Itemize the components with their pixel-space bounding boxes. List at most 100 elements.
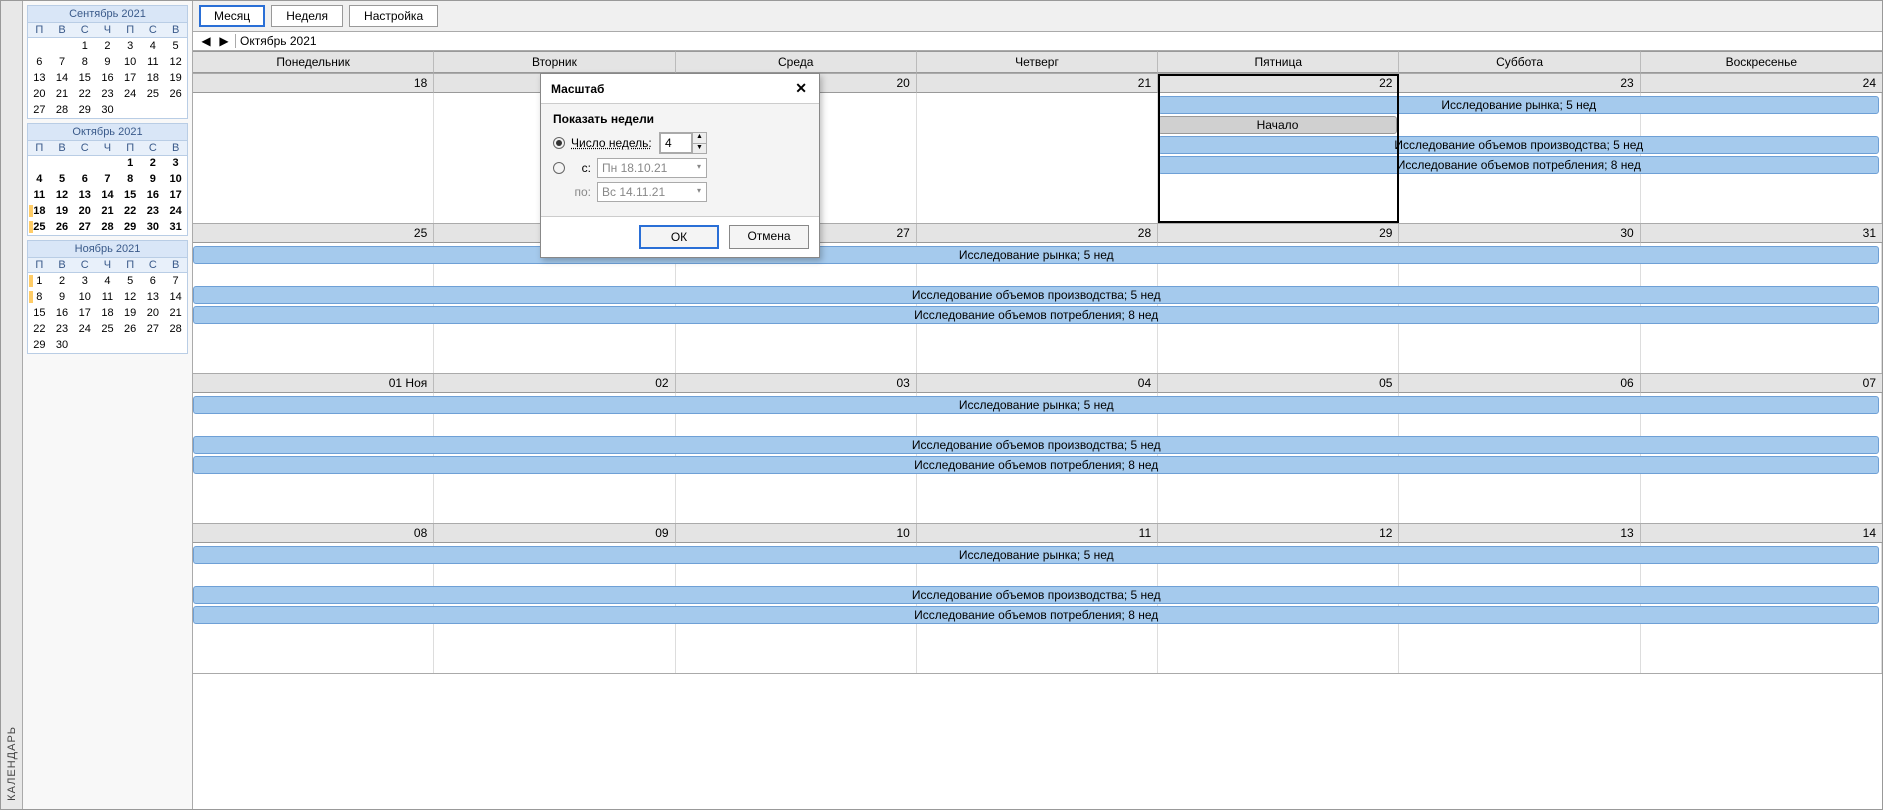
mini-day[interactable]: 22 [73, 86, 96, 102]
date-cell[interactable]: 30 [1399, 224, 1640, 243]
mini-day[interactable]: 15 [28, 305, 51, 321]
mini-day[interactable]: 4 [142, 38, 165, 54]
date-cell[interactable]: 07 [1641, 374, 1882, 393]
mini-day[interactable]: 29 [73, 102, 96, 118]
ok-button[interactable]: ОК [639, 225, 719, 249]
mini-day[interactable]: 23 [142, 203, 165, 219]
date-cell[interactable]: 01 Ноя [193, 374, 434, 393]
mini-day[interactable]: 19 [119, 305, 142, 321]
mini-day[interactable]: 9 [51, 289, 74, 305]
mini-day[interactable]: 19 [164, 70, 187, 86]
mini-day[interactable]: 9 [96, 54, 119, 70]
task-event[interactable]: Исследование объемов потребления; 8 нед [193, 456, 1879, 474]
mini-day[interactable]: 24 [164, 203, 187, 219]
date-cell[interactable]: 09 [434, 524, 675, 543]
mini-day[interactable]: 2 [96, 38, 119, 54]
mini-day[interactable]: 8 [73, 54, 96, 70]
mini-day[interactable]: 16 [96, 70, 119, 86]
task-event[interactable]: Исследование объемов производства; 5 нед [193, 586, 1879, 604]
mini-day[interactable]: 5 [164, 38, 187, 54]
mini-day[interactable]: 30 [51, 337, 74, 353]
mini-day[interactable]: 11 [28, 187, 51, 203]
mini-day[interactable]: 20 [142, 305, 165, 321]
date-cell[interactable]: 13 [1399, 524, 1640, 543]
mini-day[interactable]: 4 [96, 273, 119, 289]
mini-day[interactable]: 2 [142, 155, 165, 171]
date-cell[interactable]: 08 [193, 524, 434, 543]
mini-day[interactable]: 17 [164, 187, 187, 203]
sidebar-tab-calendar[interactable]: КАЛЕНДАРЬ [1, 1, 23, 809]
mini-day[interactable]: 3 [164, 155, 187, 171]
mini-day[interactable]: 13 [73, 187, 96, 203]
mini-day[interactable]: 6 [142, 273, 165, 289]
mini-day[interactable]: 16 [142, 187, 165, 203]
mini-day[interactable]: 26 [119, 321, 142, 337]
milestone-event[interactable]: Начало [1158, 116, 1397, 134]
mini-day[interactable]: 23 [96, 86, 119, 102]
date-cell[interactable]: 05 [1158, 374, 1399, 393]
mini-day[interactable]: 7 [51, 54, 74, 70]
mini-day[interactable]: 18 [96, 305, 119, 321]
num-weeks-spinner[interactable]: ▲▼ [659, 132, 707, 154]
task-event[interactable]: Исследование объемов производства; 5 нед [1158, 136, 1879, 154]
mini-day[interactable]: 5 [119, 273, 142, 289]
date-cell[interactable]: 04 [917, 374, 1158, 393]
task-event[interactable]: Исследование рынка; 5 нед [193, 396, 1879, 414]
mini-day[interactable]: 12 [164, 54, 187, 70]
view-settings-button[interactable]: Настройка [349, 5, 438, 27]
mini-day[interactable]: 10 [119, 54, 142, 70]
mini-day[interactable]: 12 [51, 187, 74, 203]
mini-day[interactable]: 25 [28, 219, 51, 235]
task-event[interactable]: Исследование объемов потребления; 8 нед [193, 306, 1879, 324]
date-cell[interactable]: 10 [676, 524, 917, 543]
mini-day[interactable]: 26 [51, 219, 74, 235]
date-cell[interactable]: 14 [1641, 524, 1882, 543]
spin-up-icon[interactable]: ▲ [692, 133, 706, 144]
date-cell[interactable]: 11 [917, 524, 1158, 543]
mini-day[interactable]: 22 [119, 203, 142, 219]
date-cell[interactable]: 22 [1158, 74, 1399, 93]
mini-day[interactable]: 27 [73, 219, 96, 235]
date-cell[interactable]: 24 [1641, 74, 1882, 93]
mini-day[interactable]: 21 [51, 86, 74, 102]
mini-day[interactable]: 10 [73, 289, 96, 305]
mini-day[interactable]: 17 [119, 70, 142, 86]
task-event[interactable]: Исследование объемов производства; 5 нед [193, 286, 1879, 304]
date-cell[interactable]: 02 [434, 374, 675, 393]
task-event[interactable]: Исследование объемов производства; 5 нед [193, 436, 1879, 454]
dialog-close-icon[interactable]: ✕ [791, 80, 811, 97]
mini-day[interactable]: 31 [164, 219, 187, 235]
mini-day[interactable]: 8 [28, 289, 51, 305]
mini-day[interactable]: 6 [73, 171, 96, 187]
date-cell[interactable]: 28 [917, 224, 1158, 243]
mini-day[interactable]: 30 [142, 219, 165, 235]
mini-day[interactable]: 14 [96, 187, 119, 203]
view-month-button[interactable]: Месяц [199, 5, 265, 27]
mini-day[interactable]: 14 [164, 289, 187, 305]
task-event[interactable]: Исследование рынка; 5 нед [193, 546, 1879, 564]
date-cell[interactable]: 06 [1399, 374, 1640, 393]
mini-day[interactable]: 29 [119, 219, 142, 235]
mini-day[interactable]: 3 [119, 38, 142, 54]
date-cell[interactable]: 29 [1158, 224, 1399, 243]
mini-day[interactable]: 11 [142, 54, 165, 70]
next-arrow-icon[interactable]: ▶ [217, 34, 231, 48]
to-date-combo[interactable] [597, 182, 707, 202]
mini-day[interactable]: 25 [142, 86, 165, 102]
mini-day[interactable]: 4 [28, 171, 51, 187]
mini-day[interactable]: 28 [164, 321, 187, 337]
mini-day[interactable]: 24 [73, 321, 96, 337]
mini-day[interactable]: 12 [119, 289, 142, 305]
mini-day[interactable]: 22 [28, 321, 51, 337]
date-cell[interactable]: 18 [193, 74, 434, 93]
mini-day[interactable]: 29 [28, 337, 51, 353]
task-event[interactable]: Исследование рынка; 5 нед [193, 246, 1879, 264]
mini-day[interactable]: 28 [51, 102, 74, 118]
task-event[interactable]: Исследование объемов потребления; 8 нед [1158, 156, 1879, 174]
mini-day[interactable]: 19 [51, 203, 74, 219]
view-week-button[interactable]: Неделя [271, 5, 343, 27]
mini-day[interactable]: 24 [119, 86, 142, 102]
mini-day[interactable]: 2 [51, 273, 74, 289]
prev-arrow-icon[interactable]: ◀ [199, 34, 213, 48]
mini-day[interactable]: 18 [28, 203, 51, 219]
